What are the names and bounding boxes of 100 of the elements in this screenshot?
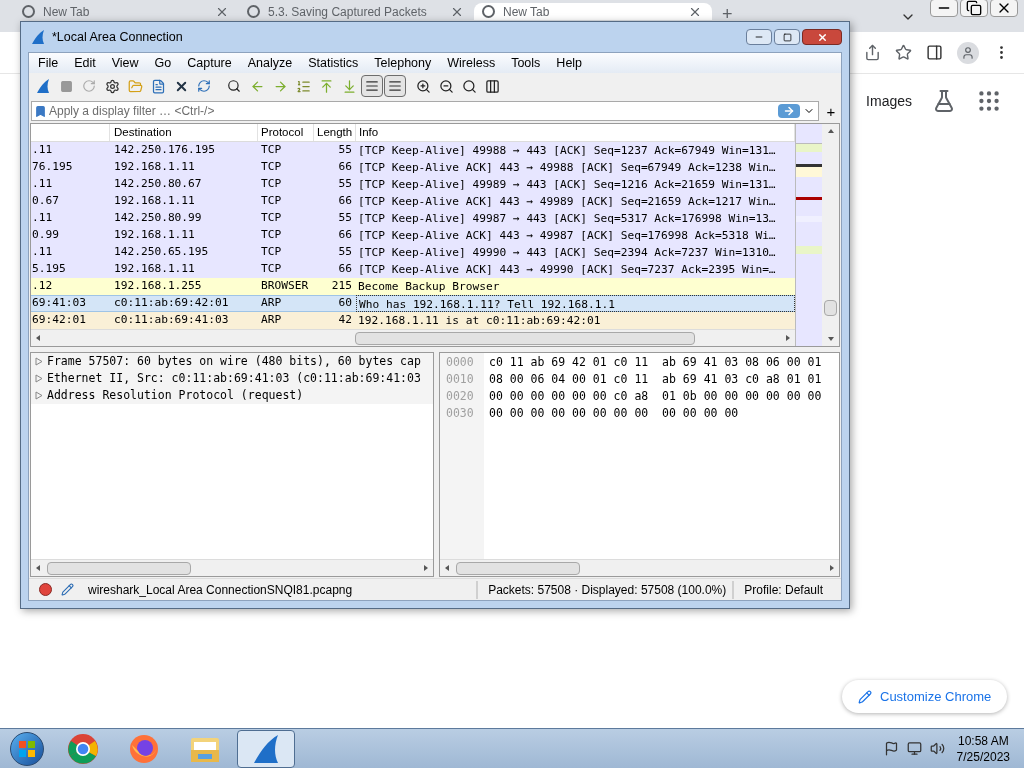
browser-tab[interactable]: New Tab [14, 3, 239, 20]
scroll-left-icon[interactable] [443, 564, 451, 572]
shark-fin-icon [35, 78, 51, 94]
profile-label[interactable]: Profile: Default [732, 580, 841, 599]
volume-icon[interactable] [929, 741, 945, 756]
byte-offset: 0000 [446, 354, 475, 371]
column-header[interactable]: Length [314, 124, 356, 141]
expand-arrow-icon[interactable] [35, 374, 43, 383]
close-icon[interactable] [990, 0, 1018, 17]
menu-item[interactable]: Tools [503, 53, 549, 73]
bookmark-icon[interactable] [34, 104, 47, 118]
menu-item[interactable]: Capture [179, 53, 240, 73]
scroll-right-icon[interactable] [422, 564, 430, 572]
scroll-left-icon[interactable] [34, 564, 42, 572]
clock[interactable]: 10:58 AM 7/25/2023 [956, 732, 1010, 765]
packet-row[interactable]: .11 142.250.176.195 TCP 55 [TCP Keep-Alive] 49988 → 443 [ACK] Seq=1237 Ack=67949 Win=131… [31, 142, 795, 159]
menu-item[interactable]: File [30, 53, 67, 73]
table-cell-text: 142.250.80.67 [113, 176, 203, 193]
display-filter-bar[interactable]: Apply a display filter … <Ctrl-/> [31, 101, 819, 121]
menu-item[interactable]: Wireless [439, 53, 504, 73]
window-title: *Local Area Connection [52, 28, 184, 46]
table-cell-text: ARP [260, 312, 283, 329]
edit-comment-icon[interactable] [61, 583, 74, 596]
table-cell-text: c0:11:ab:69:42:01 [113, 295, 230, 312]
table-cell-text: 66 [337, 261, 353, 278]
profile-icon[interactable] [957, 41, 979, 64]
new-tab-button[interactable]: + [722, 3, 733, 23]
menu-item[interactable]: Telephony [366, 53, 440, 73]
packet-row[interactable]: 76.195 192.168.1.11 TCP 66 [TCP Keep-Alive ACK] 443 → 49988 [ACK] Seq=67949 Ack=1238 Win… [31, 159, 795, 176]
scroll-down-icon[interactable] [826, 335, 835, 343]
close-icon[interactable] [688, 5, 702, 19]
display-filter-field[interactable]: Apply a display filter … <Ctrl-/> [49, 102, 778, 120]
scroll-left-icon[interactable] [34, 334, 42, 342]
horizontal-scrollbar[interactable] [31, 559, 433, 576]
menu-item[interactable]: View [103, 53, 147, 73]
images-link[interactable]: Images [866, 90, 912, 112]
browser-tab[interactable]: New Tab [474, 3, 712, 20]
side-panel-icon[interactable] [926, 44, 943, 61]
table-cell-text: 69:41:03 [31, 295, 87, 312]
packet-row[interactable]: .12 192.168.1.255 BROWSER 215 Become Backup Browser [31, 278, 795, 295]
scroll-thumb[interactable] [824, 300, 837, 316]
tree-text: Address Resolution Protocol (request) [47, 386, 304, 404]
scroll-right-icon[interactable] [784, 334, 792, 342]
table-cell-text: 55 [337, 244, 353, 261]
apply-filter-icon[interactable] [778, 104, 800, 118]
apps-icon[interactable] [976, 88, 1002, 114]
menu-item[interactable]: Go [146, 53, 180, 73]
expand-arrow-icon[interactable] [35, 357, 43, 366]
share-icon[interactable] [864, 44, 881, 61]
menu-item[interactable]: Help [548, 53, 591, 73]
byte-offset: 0030 [446, 405, 475, 422]
table-cell-text: [TCP Keep-Alive ACK] 443 → 49989 [ACK] Seq=21659 Ack=1217 Win… [357, 194, 777, 210]
expand-arrow-icon[interactable] [35, 391, 43, 400]
globe-icon [22, 5, 35, 18]
table-cell-text: 192.168.1.11 [113, 261, 196, 278]
tree-item[interactable]: Address Resolution Protocol (request) [31, 387, 433, 404]
scroll-thumb[interactable] [355, 331, 695, 345]
close-button[interactable] [802, 29, 842, 45]
flask-icon[interactable] [932, 89, 956, 113]
menu-item[interactable]: Statistics [300, 53, 367, 73]
menu-item[interactable]: Edit [66, 53, 104, 73]
table-cell-text: 192.168.1.11 [113, 193, 196, 210]
table-cell-text: 142.250.176.195 [113, 142, 217, 159]
start-button[interactable] [10, 731, 44, 766]
menu-item[interactable]: Analyze [239, 53, 301, 73]
scroll-thumb[interactable] [47, 561, 191, 575]
packet-row[interactable]: 0.67 192.168.1.11 TCP 66 [TCP Keep-Alive ACK] 443 → 49989 [ACK] Seq=21659 Ack=1217 Win… [31, 193, 795, 210]
restore-icon[interactable] [960, 0, 988, 17]
packet-row[interactable]: .11 142.250.80.67 TCP 55 [TCP Keep-Alive] 49989 → 443 [ACK] Seq=1216 Ack=21659 Win=131… [31, 176, 795, 193]
maximize-button[interactable] [774, 29, 800, 45]
scroll-thumb[interactable] [456, 561, 580, 575]
scroll-up-icon[interactable] [826, 127, 835, 135]
packet-row[interactable]: 0.99 192.168.1.11 TCP 66 [TCP Keep-Alive ACK] 443 → 49987 [ACK] Seq=176998 Ack=5318 Wi… [31, 227, 795, 244]
table-cell-text: 76.195 [31, 159, 74, 176]
horizontal-scrollbar[interactable] [440, 559, 839, 576]
taskbar-app[interactable] [237, 729, 295, 768]
packet-row[interactable]: .11 142.250.65.195 TCP 55 [TCP Keep-Alive] 49990 → 443 [ACK] Seq=2394 Ack=7237 Win=1310… [31, 244, 795, 261]
column-header[interactable]: Protocol [258, 124, 314, 141]
horizontal-scrollbar[interactable] [31, 329, 795, 346]
auto-scroll-button[interactable] [361, 75, 383, 97]
packet-row[interactable]: 69:41:03 c0:11:ab:69:42:01 ARP 60 Who has 192.168.1.11? Tell 192.168.1.1 [31, 295, 795, 312]
table-cell-text: [TCP Keep-Alive] 49988 → 443 [ACK] Seq=1237 Ack=67949 Win=131… [357, 143, 777, 159]
minimize-icon[interactable] [930, 0, 958, 17]
stop-icon [59, 79, 73, 93]
colorize-button[interactable] [384, 75, 406, 97]
packet-row[interactable]: 69:42:01 c0:11:ab:69:41:03 ARP 42 192.168.1.11 is at c0:11:ab:69:42:01 [31, 312, 795, 329]
bookmark-star-icon[interactable] [895, 44, 912, 61]
minimize-button[interactable] [746, 29, 772, 45]
scroll-right-icon[interactable] [828, 564, 836, 572]
browser-tab[interactable]: 5.3. Saving Captured Packets [239, 3, 474, 20]
add-filter-button[interactable]: + [823, 103, 839, 119]
action-center-icon[interactable] [883, 741, 899, 756]
customize-chrome-button[interactable]: Customize Chrome [842, 680, 1008, 713]
packet-row[interactable]: .11 142.250.80.99 TCP 55 [TCP Keep-Alive] 49987 → 443 [ACK] Seq=5317 Ack=176998 Win=13… [31, 210, 795, 227]
network-icon[interactable] [906, 741, 922, 756]
table-cell-text: TCP [260, 244, 283, 261]
vertical-scrollbar[interactable] [822, 124, 839, 346]
column-header[interactable]: Destination [110, 124, 258, 141]
packet-row[interactable]: 5.195 192.168.1.11 TCP 66 [TCP Keep-Alive ACK] 443 → 49990 [ACK] Seq=7237 Ack=2395 Win=… [31, 261, 795, 278]
capture-status-icon[interactable] [39, 583, 52, 596]
